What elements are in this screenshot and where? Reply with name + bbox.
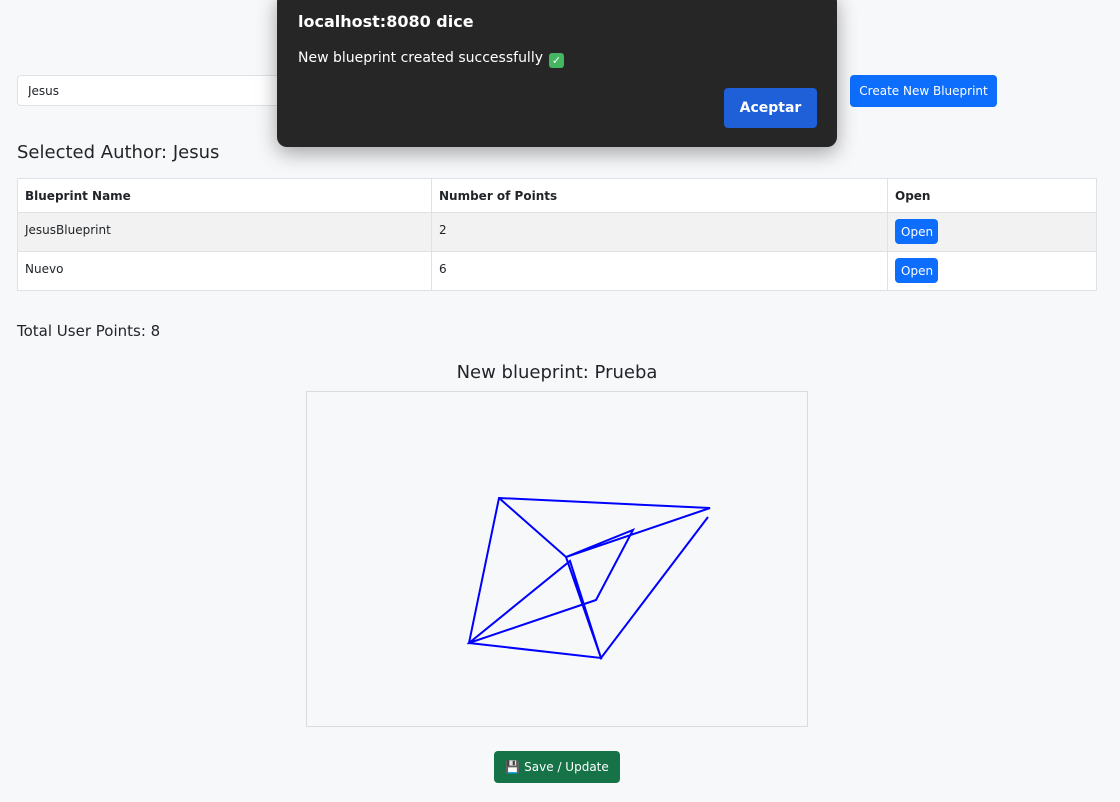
blueprint-polyline [466,496,711,661]
check-mark-icon: ✓ [549,53,564,68]
column-header-blueprint-name: Blueprint Name [17,178,432,213]
column-header-number-of-points: Number of Points [431,178,888,213]
floppy-disk-icon: 💾 [505,760,521,774]
accept-button[interactable]: Aceptar [724,88,817,128]
dialog-message: New blueprint created successfully [298,50,543,66]
selected-author-heading: Selected Author: Jesus [17,142,220,163]
dialog-title: localhost:8080 dice [298,12,474,31]
alert-dialog: localhost:8080 dice New blueprint create… [277,0,837,147]
create-blueprint-button[interactable]: Create New Blueprint [850,75,997,107]
blueprint-name-cell: Nuevo [17,251,432,291]
save-update-label: Save / Update [524,760,609,774]
table-header-row: Blueprint Name Number of Points Open [17,178,1097,213]
dialog-message-line: New blueprint created successfully ✓ [298,50,564,68]
open-cell: Open [887,212,1097,252]
open-blueprint-button[interactable]: Open [895,258,938,283]
table-row: Nuevo 6 Open [17,251,1097,291]
blueprint-canvas[interactable] [306,391,808,727]
blueprints-table: Blueprint Name Number of Points Open Jes… [17,178,1097,291]
total-user-points: Total User Points: 8 [17,322,161,340]
open-cell: Open [887,251,1097,291]
table-row: JesusBlueprint 2 Open [17,212,1097,252]
blueprint-drawing [466,496,711,661]
points-cell: 6 [431,251,888,291]
points-cell: 2 [431,212,888,252]
column-header-open: Open [887,178,1097,213]
blueprint-title: New blueprint: Prueba [456,362,658,383]
blueprint-name-cell: JesusBlueprint [17,212,432,252]
open-blueprint-button[interactable]: Open [895,219,938,244]
save-update-button[interactable]: 💾 Save / Update [494,751,620,783]
